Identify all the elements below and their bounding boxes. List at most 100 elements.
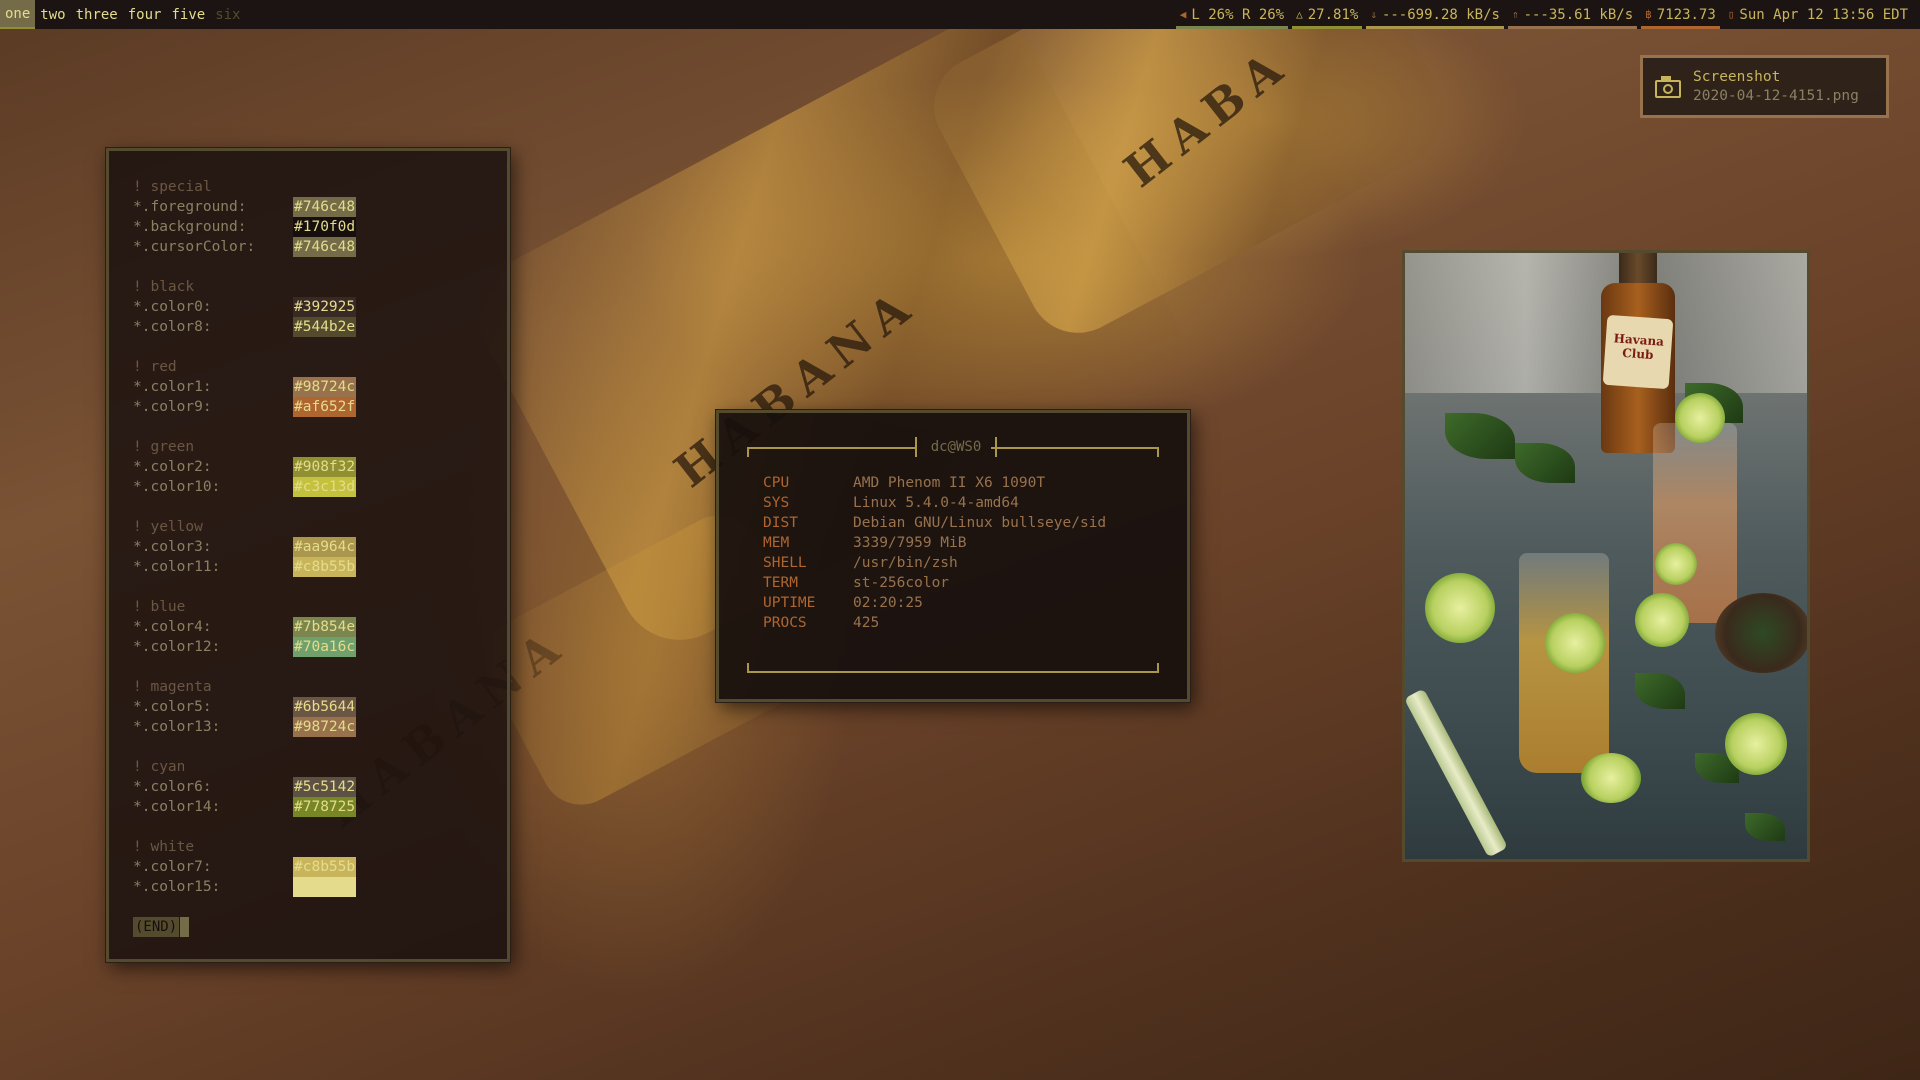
xres-entry: *.color1: #98724c [133, 377, 507, 397]
xres-key: *.color0: [133, 299, 212, 315]
clock-module[interactable]: ▯ Sun Apr 12 13:56 EDT [1722, 0, 1914, 29]
xres-color-value: #170f0d [293, 217, 357, 237]
xresources-terminal[interactable]: ! special *.foreground: #746c48 *.backgroun… [106, 148, 510, 962]
xres-color-value: #98724c [293, 377, 357, 397]
xres-color-value: #746c48 [293, 197, 357, 217]
xres-comment: ! black [133, 279, 195, 295]
xres-entry: *.foreground: #746c48 [133, 197, 507, 217]
workspace-four[interactable]: four [123, 0, 167, 29]
xres-key: *.color6: [133, 779, 212, 795]
sysinfo-value: Linux 5.4.0-4-amd64 [853, 495, 1019, 511]
xres-key: *.background: [133, 219, 247, 235]
lime-slice [1675, 393, 1725, 443]
speaker-icon: ◀ [1179, 8, 1187, 21]
xres-comment: ! yellow [133, 519, 203, 535]
xres-entry: *.color0: #392925 [133, 297, 507, 317]
sysinfo-key: SYS [763, 495, 790, 511]
xres-entry: *.color2: #908f32 [133, 457, 507, 477]
image-viewer-window[interactable]: Havana Club [1402, 250, 1810, 862]
sysinfo-value: 3339/7959 MiB [853, 535, 967, 551]
xres-comment: ! white [133, 839, 195, 855]
warning-icon: △ [1296, 8, 1303, 21]
sysinfo-row: DIST Debian GNU/Linux bullseye/sid [747, 513, 1159, 533]
xres-color-value: #6b5644 [293, 697, 357, 717]
sysinfo-row: SHELL/usr/bin/zsh [747, 553, 1159, 573]
xres-key: *.color9: [133, 399, 212, 415]
sysinfo-row: CPU AMD Phenom II X6 1090T [747, 473, 1159, 493]
status-modules: ◀ L 26% R 26% △ 27.81% ⇓ ---699.28 kB/s … [1174, 0, 1920, 29]
xres-entry: *.color8: #544b2e [133, 317, 507, 337]
net-down-module: ⇓ ---699.28 kB/s [1364, 0, 1506, 29]
balance-text: 7123.73 [1656, 6, 1716, 23]
net-up-text: ---35.61 kB/s [1523, 6, 1634, 23]
sysinfo-value: /usr/bin/zsh [853, 555, 958, 571]
xres-entry: *.color3: #aa964c [133, 537, 507, 557]
down-arrow-icon: ⇓ [1370, 8, 1377, 21]
workspace-six[interactable]: six [210, 0, 245, 29]
sysinfo-row: SYS Linux 5.4.0-4-amd64 [747, 493, 1159, 513]
notification-body: 2020-04-12-4151.png [1693, 87, 1859, 104]
xres-entry: *.color13: #98724c [133, 717, 507, 737]
terminal-cursor [180, 917, 190, 937]
xres-key: *.color11: [133, 559, 221, 575]
sysinfo-value: st-256color [853, 575, 950, 591]
workspace-three[interactable]: three [71, 0, 123, 29]
screenshot-notification[interactable]: Screenshot 2020-04-12-4151.png [1640, 55, 1889, 118]
xres-key: *.color2: [133, 459, 212, 475]
xres-color-value: #392925 [293, 297, 357, 317]
xres-color-value: #746c48 [293, 237, 357, 257]
clock-icon: ▯ [1727, 8, 1735, 21]
xres-key: *.color3: [133, 539, 212, 555]
xresources-content: ! special *.foreground: #746c48 *.backgroun… [133, 177, 507, 897]
xres-comment: ! green [133, 439, 195, 455]
sysinfo-row: UPTIME 02:20:25 [747, 593, 1159, 613]
sysinfo-key: TERM [763, 575, 798, 591]
volume-text: L 26% R 26% [1191, 6, 1285, 23]
xres-color-value: #e4dc8c [293, 877, 357, 897]
xres-entry: *.color14: #778725 [133, 797, 507, 817]
bottle-label: Havana Club [1602, 314, 1674, 390]
pager-end: (END) [133, 917, 507, 937]
xres-comment: ! red [133, 359, 177, 375]
volume-module[interactable]: ◀ L 26% R 26% [1174, 0, 1290, 29]
lime-slice [1581, 753, 1641, 803]
sysinfo-key: MEM [763, 535, 790, 551]
xres-key: *.foreground: [133, 199, 247, 215]
xres-color-value: #908f32 [293, 457, 357, 477]
xres-entry: *.color11: #c8b55b [133, 557, 507, 577]
sysinfo-value: 02:20:25 [853, 595, 923, 611]
xres-key: *.color4: [133, 619, 212, 635]
xres-color-value: #c8b55b [293, 857, 357, 877]
sysinfo-row: TERM st-256color [747, 573, 1159, 593]
net-up-module: ⇑ ---35.61 kB/s [1506, 0, 1639, 29]
xres-key: *.color10: [133, 479, 221, 495]
xres-entry: *.color4: #7b854e [133, 617, 507, 637]
balance-module: ฿ 7123.73 [1639, 0, 1722, 29]
workspace-list: one two three four five six [0, 0, 245, 29]
xres-color-value: #aa964c [293, 537, 357, 557]
sysinfo-value: AMD Phenom II X6 1090T [853, 475, 1046, 491]
xres-color-value: #98724c [293, 717, 357, 737]
xres-comment: ! magenta [133, 679, 212, 695]
xres-key: *.cursorColor: [133, 239, 256, 255]
workspace-two[interactable]: two [35, 0, 70, 29]
net-down-text: ---699.28 kB/s [1381, 6, 1500, 23]
xres-comment: ! cyan [133, 759, 186, 775]
xres-color-value: #778725 [293, 797, 357, 817]
cpu-text: 27.81% [1307, 6, 1359, 23]
notification-title: Screenshot [1693, 68, 1781, 85]
sysinfo-terminal[interactable]: dc@WS0 CPU AMD Phenom II X6 1090T SYS Linux… [716, 410, 1190, 702]
status-bar: one two three four five six ◀ L 26% R 26… [0, 0, 1920, 29]
workspace-five[interactable]: five [166, 0, 210, 29]
xres-color-value: #c8b55b [293, 557, 357, 577]
mint-leaf [1515, 443, 1575, 483]
sysinfo-key: UPTIME [763, 595, 816, 611]
up-arrow-icon: ⇑ [1511, 8, 1519, 21]
xres-color-value: #af652f [293, 397, 357, 417]
workspace-one[interactable]: one [0, 0, 36, 29]
sysinfo-header: dc@WS0 [747, 435, 1159, 459]
lime-slice [1655, 543, 1697, 585]
lime-slice [1545, 613, 1605, 673]
xres-comment: ! special [133, 179, 212, 195]
end-marker: (END) [133, 917, 180, 937]
